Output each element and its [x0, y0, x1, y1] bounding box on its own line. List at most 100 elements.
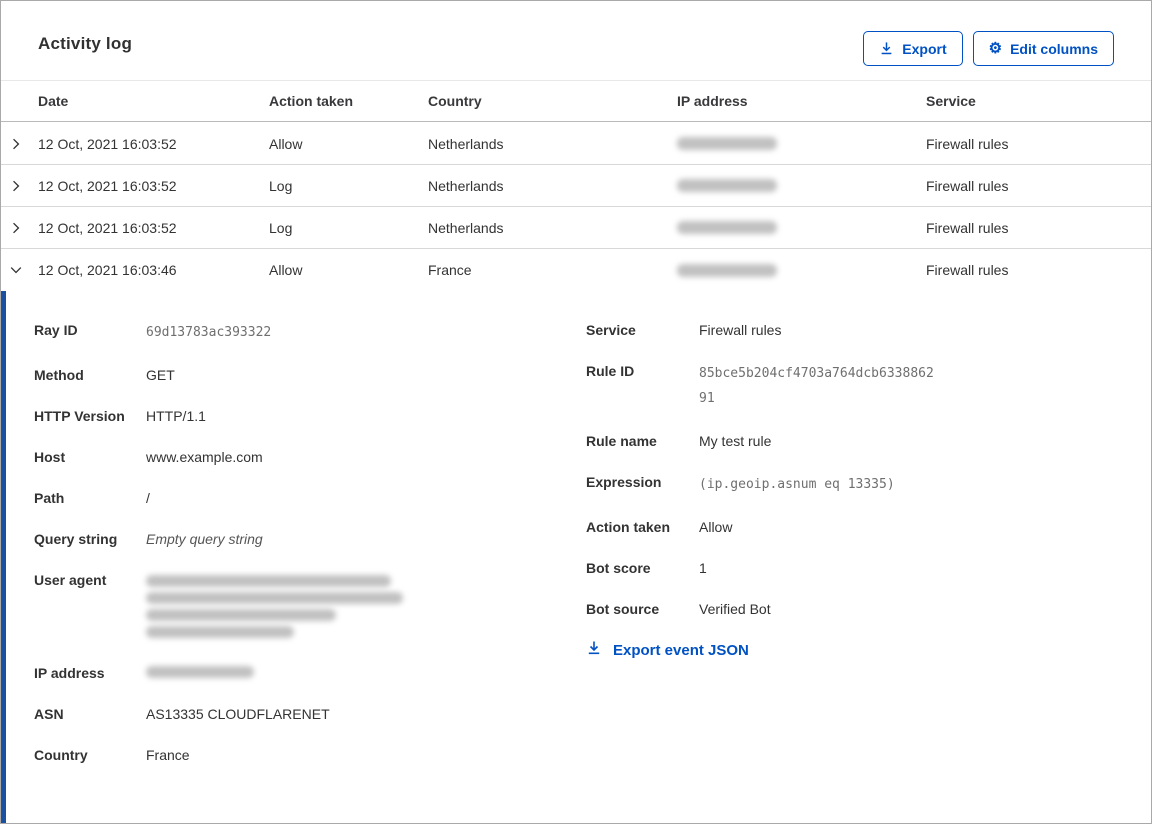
- detail-field-bot-source: Bot source Verified Bot: [586, 599, 1086, 620]
- detail-field-user-agent: User agent: [34, 570, 504, 643]
- field-value: GET: [146, 367, 175, 383]
- activity-log-panel: Activity log Export ⚙ Edit columns Date …: [0, 0, 1152, 824]
- detail-field-country: Country France: [34, 745, 504, 766]
- field-label: Host: [34, 449, 66, 465]
- detail-field-host: Host www.example.com: [34, 447, 504, 468]
- table-row-expanded[interactable]: 12 Oct, 2021 16:03:46 Allow France Firew…: [1, 249, 1151, 291]
- field-label: Action taken: [586, 519, 671, 535]
- field-value: Firewall rules: [699, 322, 782, 338]
- field-label: Rule ID: [586, 363, 635, 379]
- field-value: AS13335 CLOUDFLARENET: [146, 706, 330, 722]
- download-icon: [879, 41, 894, 56]
- redacted-user-agent-blur: [146, 575, 391, 587]
- detail-field-expression: Expression (ip.geoip.asnum eq 13335): [586, 472, 1086, 497]
- field-label: Bot source: [586, 601, 660, 617]
- table-body: 12 Oct, 2021 16:03:52 Allow Netherlands …: [1, 123, 1151, 291]
- field-label: User agent: [34, 572, 107, 588]
- column-header-action: Action taken: [269, 93, 354, 109]
- detail-field-bot-score: Bot score 1: [586, 558, 1086, 579]
- column-header-country: Country: [428, 93, 482, 109]
- cell-action: Allow: [269, 262, 303, 278]
- field-label: HTTP Version: [34, 408, 125, 424]
- redacted-ip-blur: [677, 221, 777, 234]
- column-header-service: Service: [926, 93, 976, 109]
- field-value: France: [146, 747, 190, 763]
- cell-ip-redacted: [677, 165, 777, 206]
- detail-field-service: Service Firewall rules: [586, 320, 1086, 341]
- cell-ip-redacted: [677, 249, 777, 291]
- field-value: (ip.geoip.asnum eq 13335): [699, 477, 895, 492]
- field-value: HTTP/1.1: [146, 408, 206, 424]
- field-label: Path: [34, 490, 65, 506]
- cell-country: Netherlands: [428, 135, 504, 152]
- cell-country: France: [428, 262, 472, 278]
- download-icon: [586, 640, 602, 660]
- detail-field-ray-id: Ray ID 69d13783ac393322: [34, 320, 504, 345]
- field-value: Verified Bot: [699, 601, 771, 617]
- table-row[interactable]: 12 Oct, 2021 16:03:52 Log Netherlands Fi…: [1, 207, 1151, 249]
- cell-action: Allow: [269, 135, 303, 152]
- export-button[interactable]: Export: [863, 31, 963, 66]
- redacted-user-agent-blur: [146, 592, 403, 604]
- table-row[interactable]: 12 Oct, 2021 16:03:52 Log Netherlands Fi…: [1, 165, 1151, 207]
- export-event-json-label: Export event JSON: [613, 641, 749, 659]
- edit-columns-button[interactable]: ⚙ Edit columns: [972, 31, 1114, 66]
- field-label: IP address: [34, 665, 105, 681]
- field-value: 1: [699, 560, 707, 576]
- field-label: Expression: [586, 474, 662, 490]
- detail-left-column: Ray ID 69d13783ac393322 Method GET HTTP …: [34, 320, 504, 786]
- cell-action: Log: [269, 219, 293, 236]
- edit-columns-button-label: Edit columns: [1010, 40, 1098, 57]
- table-header: Date Action taken Country IP address Ser…: [1, 80, 1151, 122]
- field-label: Country: [34, 747, 88, 763]
- export-button-label: Export: [902, 40, 947, 57]
- toolbar: Export ⚙ Edit columns: [863, 31, 1114, 66]
- detail-field-method: Method GET: [34, 365, 504, 386]
- chevron-right-icon[interactable]: [9, 165, 33, 206]
- detail-field-ip-address: IP address: [34, 663, 504, 684]
- field-label: Rule name: [586, 433, 657, 449]
- redacted-user-agent-blur: [146, 626, 294, 638]
- field-label: Ray ID: [34, 322, 78, 338]
- table-row[interactable]: 12 Oct, 2021 16:03:52 Allow Netherlands …: [1, 123, 1151, 165]
- cell-service: Firewall rules: [926, 219, 1009, 236]
- field-value: /: [146, 490, 150, 506]
- cell-country: Netherlands: [428, 219, 504, 236]
- cell-service: Firewall rules: [926, 135, 1009, 152]
- cell-date: 12 Oct, 2021 16:03:46: [38, 262, 177, 278]
- chevron-right-icon[interactable]: [9, 207, 33, 248]
- detail-field-http-version: HTTP Version HTTP/1.1: [34, 406, 504, 427]
- cell-date: 12 Oct, 2021 16:03:52: [38, 177, 177, 194]
- detail-field-path: Path /: [34, 488, 504, 509]
- export-event-json-link[interactable]: Export event JSON: [586, 640, 749, 660]
- field-label: Bot score: [586, 560, 651, 576]
- cell-action: Log: [269, 177, 293, 194]
- field-value-redacted: [146, 663, 254, 684]
- cell-country: Netherlands: [428, 177, 504, 194]
- field-value: 85bce5b204cf4703a764dcb633886291: [699, 366, 934, 406]
- redacted-ip-blur: [677, 263, 777, 277]
- gear-icon: ⚙: [988, 40, 1003, 57]
- detail-field-asn: ASN AS13335 CLOUDFLARENET: [34, 704, 504, 725]
- field-value-redacted: [146, 570, 403, 643]
- field-label: Query string: [34, 531, 118, 547]
- column-header-date: Date: [38, 93, 69, 109]
- cell-service: Firewall rules: [926, 262, 1009, 278]
- field-value: www.example.com: [146, 449, 263, 465]
- chevron-right-icon[interactable]: [9, 123, 33, 164]
- detail-right-column: Service Firewall rules Rule ID 85bce5b20…: [586, 320, 1086, 660]
- event-detail-panel: Ray ID 69d13783ac393322 Method GET HTTP …: [1, 291, 1151, 823]
- detail-field-rule-id: Rule ID 85bce5b204cf4703a764dcb633886291: [586, 361, 1086, 411]
- cell-date: 12 Oct, 2021 16:03:52: [38, 135, 177, 152]
- page-title: Activity log: [38, 34, 133, 53]
- cell-date: 12 Oct, 2021 16:03:52: [38, 219, 177, 236]
- cell-ip-redacted: [677, 123, 777, 164]
- redacted-ip-blur: [677, 179, 777, 192]
- field-label: Method: [34, 367, 84, 383]
- detail-field-rule-name: Rule name My test rule: [586, 431, 1086, 452]
- cell-service: Firewall rules: [926, 177, 1009, 194]
- column-header-ip: IP address: [677, 93, 748, 109]
- field-value: Empty query string: [146, 531, 263, 547]
- redacted-ip-blur: [677, 137, 777, 150]
- chevron-down-icon[interactable]: [9, 249, 33, 291]
